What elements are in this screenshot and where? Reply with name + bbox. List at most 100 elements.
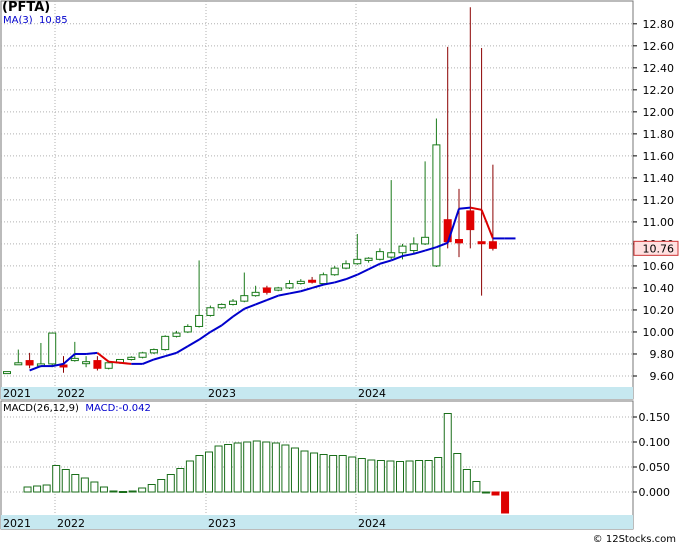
macd-bar — [415, 460, 424, 493]
macd-bar — [243, 441, 252, 493]
macd-bar — [147, 484, 156, 493]
stock-chart: 2021 2022 2023 2024 9.60 9.80 10.00 10.20 10.40 1… — [0, 0, 679, 530]
price-year-label: 2022 — [57, 387, 85, 400]
candle-body — [488, 241, 497, 249]
last-price-label: 10.76 — [643, 242, 675, 255]
candle-body — [274, 287, 283, 291]
macd-bar — [300, 450, 309, 493]
macd-bar — [99, 486, 108, 493]
macd-bar — [348, 456, 357, 493]
ma-legend: MA(3) 10.85 — [3, 15, 68, 26]
macd-bar — [357, 458, 366, 493]
candle-body — [217, 303, 226, 309]
macd-tick-label: 0.000 — [639, 486, 671, 499]
candle-body — [285, 283, 294, 289]
price-tick-label: 11.60 — [643, 150, 675, 163]
candle-body — [229, 300, 237, 305]
macd-bar — [195, 455, 204, 493]
macd-year-label: 2022 — [57, 517, 85, 530]
candle-body — [421, 236, 430, 245]
candle-body — [14, 362, 23, 366]
macd-bar — [319, 454, 328, 493]
macd-bar — [233, 442, 242, 493]
price-tick-label: 12.60 — [643, 40, 675, 53]
price-tick-label: 11.20 — [643, 194, 675, 207]
candle-body — [149, 349, 158, 354]
candle-body — [308, 279, 317, 283]
macd-bar — [386, 460, 395, 493]
candle-body — [48, 332, 57, 365]
price-tick-label: 9.80 — [650, 348, 675, 361]
macd-legend: MACD(26,12,9) MACD:-0.042 — [3, 403, 151, 414]
ma-legend-value: 10.85 — [39, 15, 68, 26]
price-panel: 2021 2022 2023 2024 9.60 9.80 10.00 10.20 10.40 1… — [0, 0, 679, 400]
macd-year-label: 2023 — [208, 517, 236, 530]
candle-body — [353, 258, 362, 265]
price-year-label: 2023 — [208, 387, 236, 400]
macd-bar — [23, 486, 32, 493]
price-tick-label: 12.80 — [643, 18, 675, 31]
macd-bar — [224, 444, 233, 493]
candle-body — [25, 360, 34, 366]
macd-bar — [367, 459, 376, 493]
macd-tick-label: 0.050 — [639, 461, 671, 474]
macd-bar — [262, 441, 271, 493]
macd-bar — [157, 479, 166, 493]
candle-body — [172, 332, 181, 337]
macd-bar — [338, 455, 347, 493]
candle-body — [455, 239, 463, 244]
site-credit: © 12Stocks.com — [592, 534, 676, 545]
macd-bar — [472, 481, 481, 493]
candle-body — [70, 357, 79, 362]
macd-bar — [290, 447, 299, 493]
candle-body — [319, 274, 328, 285]
price-tick-label: 12.40 — [643, 62, 675, 75]
ma-legend-label: MA(3) — [3, 15, 33, 26]
price-tick-label: 11.40 — [643, 172, 675, 185]
macd-bar — [166, 474, 175, 493]
macd-bar — [109, 490, 118, 493]
macd-bar — [405, 460, 414, 493]
macd-bar — [80, 477, 89, 493]
macd-bar — [214, 445, 223, 493]
candle-body — [387, 252, 396, 258]
candle-body — [477, 241, 486, 245]
price-tick-label: 11.80 — [643, 128, 675, 141]
price-tick-label: 10.00 — [643, 326, 675, 339]
candle-body — [342, 263, 350, 269]
candle-body — [240, 295, 249, 302]
price-tick-label: 10.20 — [643, 304, 675, 317]
macd-bar — [52, 465, 61, 493]
candle-body — [398, 245, 407, 254]
price-tick-label: 12.20 — [643, 84, 675, 97]
macd-bar — [185, 460, 194, 493]
price-tick-label: 10.40 — [643, 282, 675, 295]
candle-body — [138, 352, 147, 358]
ma3-line-segment — [119, 361, 132, 365]
candle-body — [183, 325, 192, 333]
macd-bar — [252, 440, 261, 493]
candle-body — [206, 307, 215, 316]
ma3-line-segment — [458, 206, 471, 210]
macd-legend-label: MACD(26,12,9) — [3, 403, 79, 414]
macd-bar — [42, 484, 51, 493]
macd-bar — [310, 452, 319, 493]
candle-body — [262, 287, 271, 293]
macd-bar — [462, 469, 471, 493]
macd-bar — [281, 444, 290, 493]
macd-bar — [434, 457, 443, 493]
macd-bar — [396, 461, 404, 493]
price-tick-label: 11.00 — [643, 216, 675, 229]
macd-bar — [501, 491, 510, 514]
price-tick-label: 12.00 — [643, 106, 675, 119]
macd-bar — [376, 460, 385, 493]
macd-bar — [71, 474, 80, 493]
macd-bar — [119, 491, 128, 493]
ma3-line-segment — [86, 351, 98, 355]
ma3-line-segment — [108, 360, 121, 364]
macd-bar — [90, 481, 99, 493]
macd-bar — [33, 485, 42, 493]
price-tick-label: 9.60 — [650, 370, 675, 383]
macd-year-label: 2024 — [358, 517, 386, 530]
candle-body — [296, 280, 305, 285]
